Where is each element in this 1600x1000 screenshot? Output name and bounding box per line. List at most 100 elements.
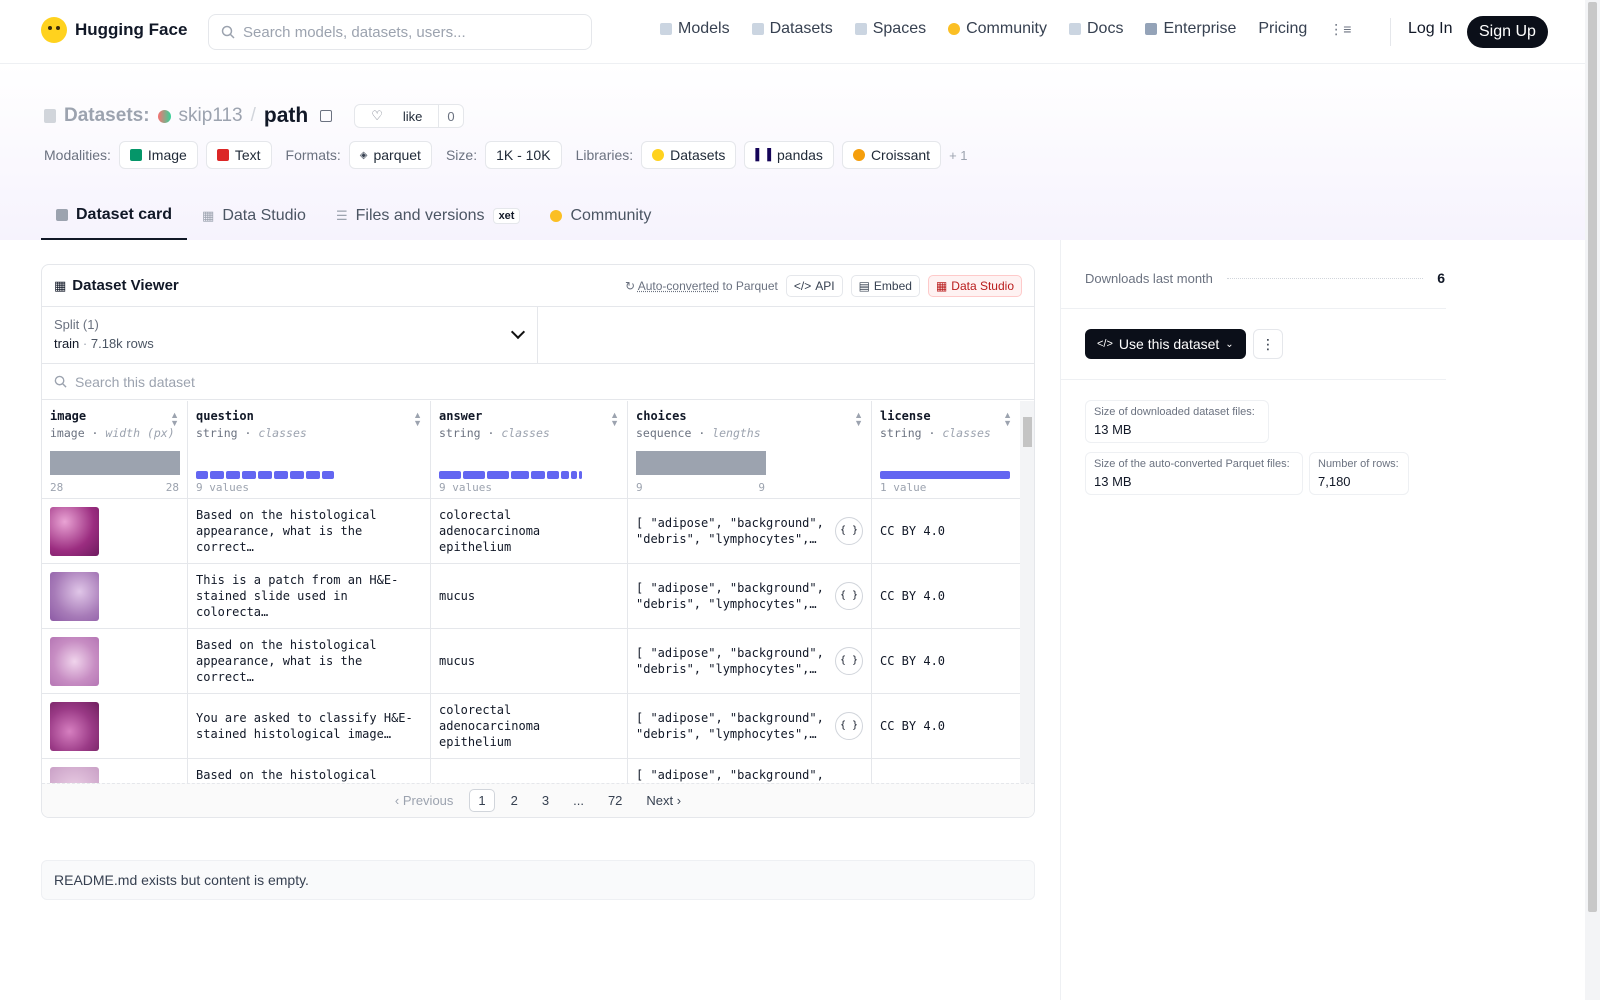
json-view-icon[interactable]: { } xyxy=(835,517,863,545)
split-selector[interactable]: Split (1) train · 7.18k rows xyxy=(42,307,538,363)
nav-pricing[interactable]: Pricing xyxy=(1258,20,1307,38)
table-row[interactable]: You are asked to classify H&E-stained hi… xyxy=(42,694,1020,759)
nav-community[interactable]: Community xyxy=(948,20,1047,38)
table-row[interactable]: This is a patch from an H&E-stained slid… xyxy=(42,564,1020,629)
tab-dataset-card[interactable]: Dataset card xyxy=(41,192,188,240)
readme-notice: README.md exists but content is empty. xyxy=(41,860,1035,900)
page-3[interactable]: 3 xyxy=(534,790,557,811)
tag-text[interactable]: Text xyxy=(205,141,272,169)
use-dataset-button[interactable]: </> Use this dataset ⌄ xyxy=(1085,329,1246,359)
column-answer[interactable]: answer string · classes ▲ ▼ 9 values xyxy=(431,401,628,498)
page-72[interactable]: 72 xyxy=(600,790,630,811)
stat-label: Size of the auto-converted Parquet files… xyxy=(1094,458,1290,470)
refresh-icon: ↻ xyxy=(625,278,638,293)
page-ellipsis: ... xyxy=(573,793,584,808)
repo-name[interactable]: path xyxy=(264,104,308,128)
dataset-search-input[interactable] xyxy=(75,373,675,390)
nav-models[interactable]: Models xyxy=(660,20,730,38)
tissue-thumbnail[interactable] xyxy=(50,767,99,783)
json-view-icon[interactable]: { } xyxy=(835,647,863,675)
page-1[interactable]: 1 xyxy=(469,789,495,812)
nav-docs[interactable]: Docs xyxy=(1069,20,1123,38)
nav-enterprise[interactable]: Enterprise xyxy=(1145,20,1236,38)
nav-community-label: Community xyxy=(966,20,1047,37)
license-cell: CC BY 4.0 xyxy=(880,719,946,733)
nav-more-menu[interactable]: ⋮≡ xyxy=(1329,21,1351,38)
page-2[interactable]: 2 xyxy=(503,790,526,811)
tissue-thumbnail[interactable] xyxy=(50,636,99,686)
tab-data-studio[interactable]: ▦ Data Studio xyxy=(187,192,321,240)
api-button[interactable]: </> API xyxy=(785,274,843,297)
sort-icon[interactable]: ▲ ▼ xyxy=(413,411,422,428)
more-tags[interactable]: + 1 xyxy=(949,148,967,163)
data-studio-label: Data Studio xyxy=(951,278,1014,293)
json-view-icon[interactable]: { } xyxy=(835,712,863,740)
tag-size[interactable]: 1K - 10K xyxy=(485,141,562,169)
column-footer: 1 value xyxy=(880,481,1012,494)
tag-croissant[interactable]: Croissant xyxy=(841,141,942,169)
repo-owner[interactable]: skip113 xyxy=(179,105,243,127)
global-search[interactable] xyxy=(208,14,592,50)
page-scrollbar-thumb[interactable] xyxy=(1588,2,1597,912)
sort-icon[interactable]: ▲ ▼ xyxy=(610,411,619,428)
tissue-thumbnail[interactable] xyxy=(50,506,99,556)
tag-parquet-label: parquet xyxy=(373,147,421,163)
nav-spaces[interactable]: Spaces xyxy=(854,20,926,38)
dataset-viewer: ▦ Dataset Viewer ↻ Auto-converted to Parq… xyxy=(41,264,1035,818)
datasets-lib-icon xyxy=(652,149,665,161)
table-scrollbar[interactable] xyxy=(1020,401,1034,783)
table-row[interactable]: Based on the histological appearance, wh… xyxy=(42,629,1020,694)
json-view-icon[interactable]: { } xyxy=(835,582,863,610)
column-choices[interactable]: choices sequence · lengths ▲ ▼ 99 xyxy=(628,401,872,498)
sort-icon[interactable]: ▲ ▼ xyxy=(170,411,179,428)
nav-datasets[interactable]: Datasets xyxy=(751,20,833,38)
choices-cell: [ "adipose", "background", "debris", "ly… xyxy=(628,564,872,628)
page-scrollbar[interactable] xyxy=(1585,0,1600,1000)
tag-image[interactable]: Image xyxy=(118,141,198,169)
tissue-thumbnail[interactable] xyxy=(50,571,99,621)
tab-dataset-card-label: Dataset card xyxy=(76,206,173,223)
viewer-title-text: Dataset Viewer xyxy=(72,277,179,294)
column-type-name: string xyxy=(196,426,238,440)
table-row[interactable]: Based on the histological appearance, wh… xyxy=(42,499,1020,564)
column-question[interactable]: question string · classes ▲ ▼ 9 values xyxy=(188,401,431,498)
copy-icon[interactable] xyxy=(320,110,333,122)
data-studio-icon: ▦ xyxy=(935,278,948,293)
table-icon: ▦ xyxy=(202,208,215,223)
next-label: Next xyxy=(646,793,674,808)
column-license[interactable]: license string · classes ▲ ▼ 1 value xyxy=(872,401,1020,498)
dataset-search[interactable] xyxy=(42,364,1034,400)
tag-parquet[interactable]: ◈ parquet xyxy=(348,141,432,169)
size-label: Size: xyxy=(445,147,478,163)
tab-community[interactable]: Community xyxy=(535,192,666,240)
like-button[interactable]: ♡ like 0 xyxy=(354,104,464,128)
next-page-button[interactable]: Next › xyxy=(638,790,689,811)
section-label[interactable]: Datasets: xyxy=(64,105,150,127)
brand-logo[interactable]: Hugging Face xyxy=(41,17,187,43)
global-search-input[interactable] xyxy=(243,23,573,41)
sort-icon[interactable]: ▲ ▼ xyxy=(1003,411,1012,428)
choices-cell: [ "adipose", "background", "debris", "ly… xyxy=(628,629,872,693)
foot-left: 28 xyxy=(50,481,64,494)
table-row[interactable]: Based on the histological [ "adipose", "… xyxy=(42,759,1020,783)
sort-icon[interactable]: ▲ ▼ xyxy=(854,411,863,428)
auto-converted-link[interactable]: Auto-converted xyxy=(638,279,719,293)
spaces-icon xyxy=(854,23,867,35)
more-options-button[interactable]: ⋮ xyxy=(1253,329,1283,359)
column-name: answer xyxy=(439,409,483,423)
license-cell xyxy=(872,759,1020,783)
foot-left: 9 values xyxy=(196,481,249,494)
tab-files[interactable]: ☰ Files and versions xet xyxy=(321,192,536,240)
prev-page-button[interactable]: ‹ Previous xyxy=(387,790,462,811)
signup-button[interactable]: Sign Up xyxy=(1467,16,1548,48)
tag-pandas[interactable]: ▌▐ pandas xyxy=(744,141,834,169)
embed-button[interactable]: ▤ Embed xyxy=(850,274,920,297)
scrollbar-thumb[interactable] xyxy=(1023,417,1032,447)
login-link[interactable]: Log In xyxy=(1408,20,1452,38)
data-studio-button[interactable]: ▦ Data Studio xyxy=(927,274,1022,297)
tab-files-label: Files and versions xyxy=(355,207,485,224)
tissue-thumbnail[interactable] xyxy=(50,701,99,751)
community-icon xyxy=(948,23,961,35)
column-image[interactable]: image image · width (px) ▲ ▼ 28 28 xyxy=(42,401,188,498)
tag-datasets-lib[interactable]: Datasets xyxy=(641,141,737,169)
